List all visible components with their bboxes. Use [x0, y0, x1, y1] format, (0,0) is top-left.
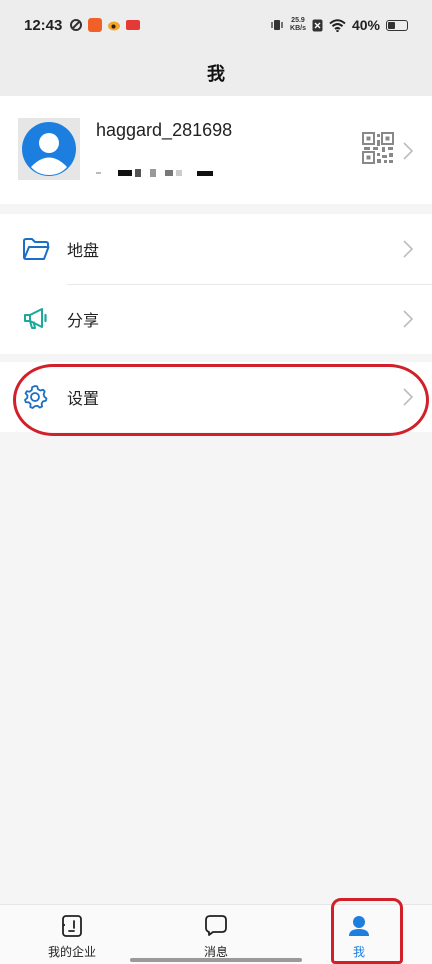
- person-icon: [349, 916, 369, 936]
- sync-icon: [70, 19, 83, 31]
- no-sim-icon: [312, 19, 323, 31]
- menu-item-settings[interactable]: 设置: [0, 362, 432, 432]
- home-indicator[interactable]: [130, 958, 302, 962]
- network-speed-value: 25.9: [291, 17, 305, 24]
- status-bar: 12:43 25.9 KB/s 40%: [0, 0, 432, 50]
- app-notification-icon: [88, 18, 103, 32]
- chevron-right-icon: [403, 310, 414, 328]
- battery-percent: 40%: [351, 17, 380, 33]
- bottom-nav: 我的企业 消息 我: [0, 904, 432, 964]
- folder-icon: [23, 238, 50, 260]
- status-right: 25.9 KB/s 40%: [270, 17, 408, 33]
- nav-label: 我的企业: [47, 945, 96, 959]
- qr-code-icon[interactable]: [362, 132, 394, 164]
- profile-card[interactable]: haggard_281698: [0, 96, 432, 204]
- network-speed: 25.9 KB/s: [290, 17, 306, 33]
- megaphone-icon: [24, 308, 47, 329]
- network-speed-unit: KB/s: [290, 25, 306, 32]
- vibrate-icon: [271, 20, 283, 30]
- username: haggard_281698: [96, 120, 233, 140]
- title-bar: 我: [0, 50, 432, 96]
- menu-group-settings: 设置: [0, 362, 432, 432]
- nav-item-enterprise[interactable]: 我的企业: [17, 905, 127, 964]
- avatar[interactable]: [18, 118, 80, 180]
- menu-group-storage: 地盘 分享: [0, 214, 432, 354]
- weibo-icon: [108, 21, 121, 31]
- battery-icon: [386, 19, 408, 31]
- message-icon: [205, 915, 227, 936]
- redacted-info: [96, 166, 213, 180]
- chevron-right-icon: [403, 240, 414, 258]
- menu-item-label: 分享: [67, 313, 100, 330]
- enterprise-icon: [62, 915, 82, 937]
- status-time: 12:43: [24, 16, 63, 34]
- gear-icon: [24, 385, 48, 409]
- nav-item-me[interactable]: 我: [304, 905, 414, 964]
- chevron-right-icon: [403, 388, 414, 406]
- page-title: 我: [207, 64, 225, 84]
- news-app-icon: [126, 20, 141, 30]
- menu-item-label: 设置: [67, 391, 100, 408]
- status-left: 12:43: [24, 16, 141, 34]
- profile-chevron-right-icon: [403, 142, 414, 160]
- nav-item-messages[interactable]: 消息: [161, 905, 271, 964]
- menu-item-share[interactable]: 分享: [0, 284, 432, 354]
- default-avatar-icon: [22, 122, 76, 176]
- battery-level: [388, 21, 395, 29]
- nav-label: 我: [352, 945, 365, 959]
- menu-item-disk[interactable]: 地盘: [0, 214, 432, 284]
- menu-item-label: 地盘: [67, 243, 100, 260]
- wifi-icon: [329, 18, 346, 32]
